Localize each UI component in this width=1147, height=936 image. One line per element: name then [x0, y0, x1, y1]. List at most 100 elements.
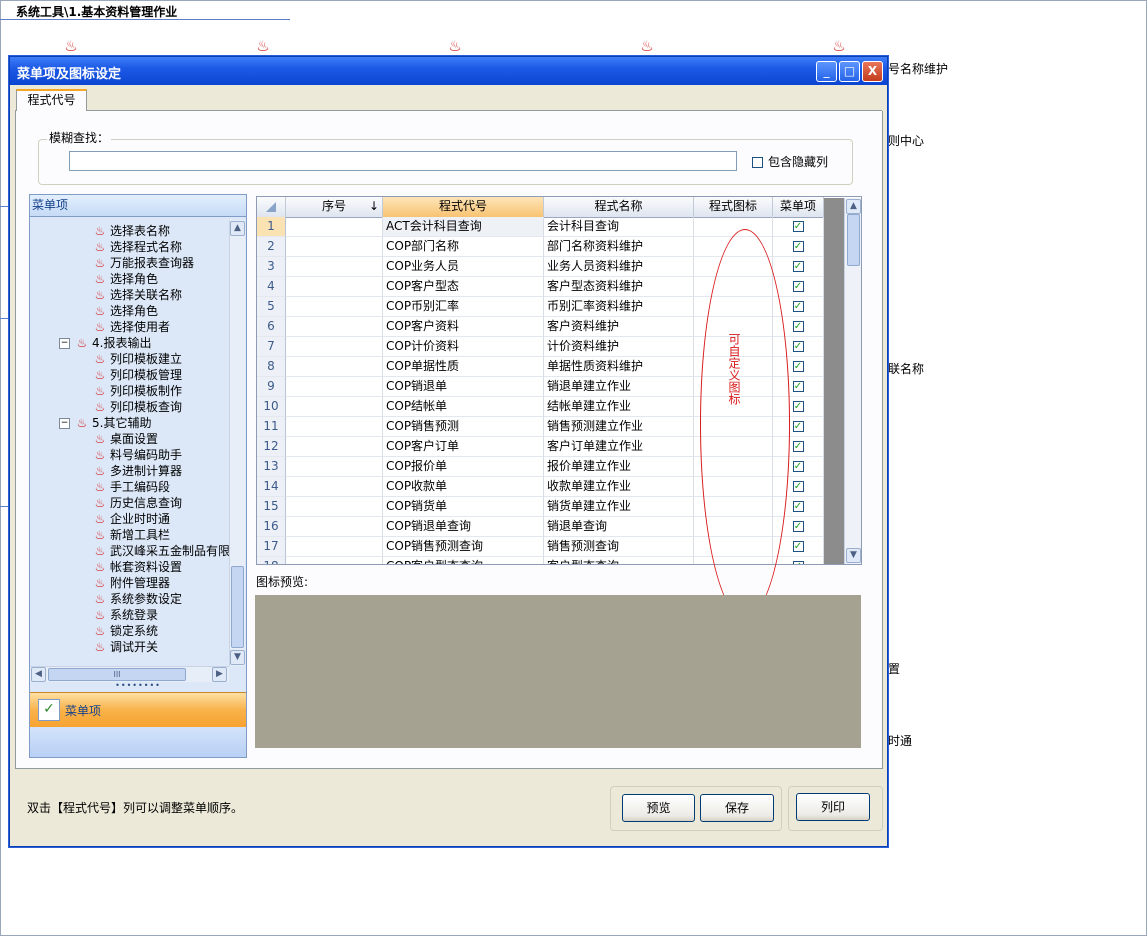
- row-number[interactable]: 8: [257, 357, 286, 377]
- cell-seq[interactable]: [286, 377, 383, 397]
- menu-item-checkbox[interactable]: ✓: [792, 561, 804, 564]
- row-number[interactable]: 6: [257, 317, 286, 337]
- cell-menu-item[interactable]: ✓: [773, 237, 824, 257]
- tree-item[interactable]: − ♨ 5.其它辅助: [59, 415, 151, 431]
- row-number[interactable]: 14: [257, 477, 286, 497]
- cell-program-code[interactable]: COP客户订单: [383, 437, 544, 457]
- column-header-name[interactable]: 程式名称: [544, 197, 694, 217]
- menu-item-checkbox[interactable]: ✓: [792, 241, 804, 252]
- menu-item-checkbox[interactable]: ✓: [792, 441, 804, 452]
- close-button[interactable]: X: [862, 61, 883, 82]
- tab-program-code[interactable]: 程式代号: [16, 89, 87, 112]
- tree-item[interactable]: ♨ 料号编码助手: [94, 447, 182, 463]
- background-label[interactable]: 时通: [888, 732, 912, 749]
- cell-program-name[interactable]: 客户型态查询: [544, 557, 694, 564]
- cell-program-name[interactable]: 单据性质资料维护: [544, 357, 694, 377]
- cell-program-code[interactable]: COP部门名称: [383, 237, 544, 257]
- tree-item[interactable]: ♨ 列印模板制作: [94, 383, 182, 399]
- save-button[interactable]: 保存: [700, 794, 774, 822]
- row-number[interactable]: 17: [257, 537, 286, 557]
- tree-item[interactable]: ♨ 万能报表查询器: [94, 255, 194, 271]
- cell-program-name[interactable]: 客户型态资料维护: [544, 277, 694, 297]
- cell-program-code[interactable]: COP客户型态: [383, 277, 544, 297]
- row-number[interactable]: 15: [257, 497, 286, 517]
- cell-program-name[interactable]: 客户订单建立作业: [544, 437, 694, 457]
- cell-program-code[interactable]: COP销货单: [383, 497, 544, 517]
- tree-item[interactable]: ♨ 选择表名称: [94, 223, 170, 239]
- cell-program-name[interactable]: 收款单建立作业: [544, 477, 694, 497]
- cell-program-name[interactable]: 销售预测查询: [544, 537, 694, 557]
- background-label[interactable]: 则中心: [888, 132, 924, 149]
- include-hidden-checkbox[interactable]: [752, 157, 763, 168]
- scroll-up-button[interactable]: ▲: [846, 199, 861, 214]
- dialog-titlebar[interactable]: 菜单项及图标设定 _ □ X: [10, 57, 887, 85]
- tree-vscroll[interactable]: ▲ ▼: [229, 220, 245, 666]
- row-number[interactable]: 7: [257, 337, 286, 357]
- menu-item-checkbox[interactable]: ✓: [792, 341, 804, 352]
- cell-program-name[interactable]: 客户资料维护: [544, 317, 694, 337]
- tree-item[interactable]: ♨ 历史信息查询: [94, 495, 182, 511]
- cell-program-code[interactable]: COP业务人员: [383, 257, 544, 277]
- tree-item[interactable]: ♨ 武汉峰采五金制品有限: [94, 543, 230, 559]
- scroll-thumb[interactable]: [231, 566, 244, 648]
- tree-item[interactable]: ♨ 多进制计算器: [94, 463, 182, 479]
- row-number[interactable]: 16: [257, 517, 286, 537]
- tree-item[interactable]: ♨ 系统参数设定: [94, 591, 182, 607]
- tree-item[interactable]: ♨ 锁定系统: [94, 623, 158, 639]
- tree-item[interactable]: ♨ 选择角色: [94, 271, 158, 287]
- cell-seq[interactable]: [286, 457, 383, 477]
- tree-hscroll[interactable]: ◀ III ▶: [30, 666, 229, 682]
- program-icon[interactable]: ♨: [254, 38, 272, 54]
- cell-program-name[interactable]: 计价资料维护: [544, 337, 694, 357]
- column-header-code[interactable]: 程式代号: [383, 197, 544, 217]
- tree-item[interactable]: ♨ 附件管理器: [94, 575, 170, 591]
- cell-seq[interactable]: [286, 417, 383, 437]
- menu-item-checkbox[interactable]: ✓: [792, 521, 804, 532]
- row-number[interactable]: 2: [257, 237, 286, 257]
- cell-program-name[interactable]: 币别汇率资料维护: [544, 297, 694, 317]
- cell-program-code[interactable]: COP计价资料: [383, 337, 544, 357]
- grid-corner[interactable]: [257, 197, 286, 217]
- row-number[interactable]: 18: [257, 557, 286, 564]
- cell-program-code[interactable]: COP收款单: [383, 477, 544, 497]
- tree-item[interactable]: − ♨ 4.报表输出: [59, 335, 151, 351]
- menu-item-checkbox[interactable]: ✓: [792, 381, 804, 392]
- tree-item[interactable]: ♨ 桌面设置: [94, 431, 158, 447]
- tree-item[interactable]: ♨ 列印模板查询: [94, 399, 182, 415]
- menu-item-checkbox[interactable]: ✓: [792, 541, 804, 552]
- cell-seq[interactable]: [286, 517, 383, 537]
- cell-program-name[interactable]: 部门名称资料维护: [544, 237, 694, 257]
- program-icon[interactable]: ♨: [638, 38, 656, 54]
- menu-item-checkbox[interactable]: ✓: [792, 401, 804, 412]
- cell-program-name[interactable]: 会计科目查询: [544, 217, 694, 237]
- print-button[interactable]: 列印: [796, 793, 870, 821]
- menu-item-checkbox[interactable]: ✓: [792, 501, 804, 512]
- cell-menu-item[interactable]: ✓: [773, 217, 824, 237]
- grid-vscroll[interactable]: ▲ ▼: [844, 198, 861, 564]
- cell-program-code[interactable]: COP报价单: [383, 457, 544, 477]
- menu-item-checkbox[interactable]: ✓: [792, 281, 804, 292]
- menu-item-checkbox[interactable]: ✓: [792, 301, 804, 312]
- cell-program-code[interactable]: COP单据性质: [383, 357, 544, 377]
- program-icon[interactable]: ♨: [446, 38, 464, 54]
- cell-seq[interactable]: [286, 357, 383, 377]
- cell-seq[interactable]: [286, 557, 383, 564]
- collapse-toggle-icon[interactable]: −: [59, 418, 70, 429]
- cell-seq[interactable]: [286, 437, 383, 457]
- tree-item[interactable]: ♨ 选择使用者: [94, 319, 170, 335]
- preview-button[interactable]: 预览: [622, 794, 695, 822]
- cell-seq[interactable]: [286, 217, 383, 237]
- cell-program-code[interactable]: COP销售预测: [383, 417, 544, 437]
- maximize-button[interactable]: □: [839, 61, 860, 82]
- panel-splitter[interactable]: ••••••••: [30, 682, 246, 691]
- row-number[interactable]: 12: [257, 437, 286, 457]
- tree-item[interactable]: ♨ 企业时时通: [94, 511, 170, 527]
- menu-item-checkbox[interactable]: ✓: [792, 461, 804, 472]
- background-label[interactable]: 置: [888, 660, 900, 677]
- tree-item[interactable]: ♨ 帐套资料设置: [94, 559, 182, 575]
- row-number[interactable]: 1: [257, 217, 286, 237]
- scroll-thumb[interactable]: [847, 214, 860, 266]
- cell-menu-item[interactable]: ✓: [773, 557, 824, 564]
- menu-item-checkbox[interactable]: ✓: [792, 321, 804, 332]
- tree-item[interactable]: ♨ 选择关联名称: [94, 287, 182, 303]
